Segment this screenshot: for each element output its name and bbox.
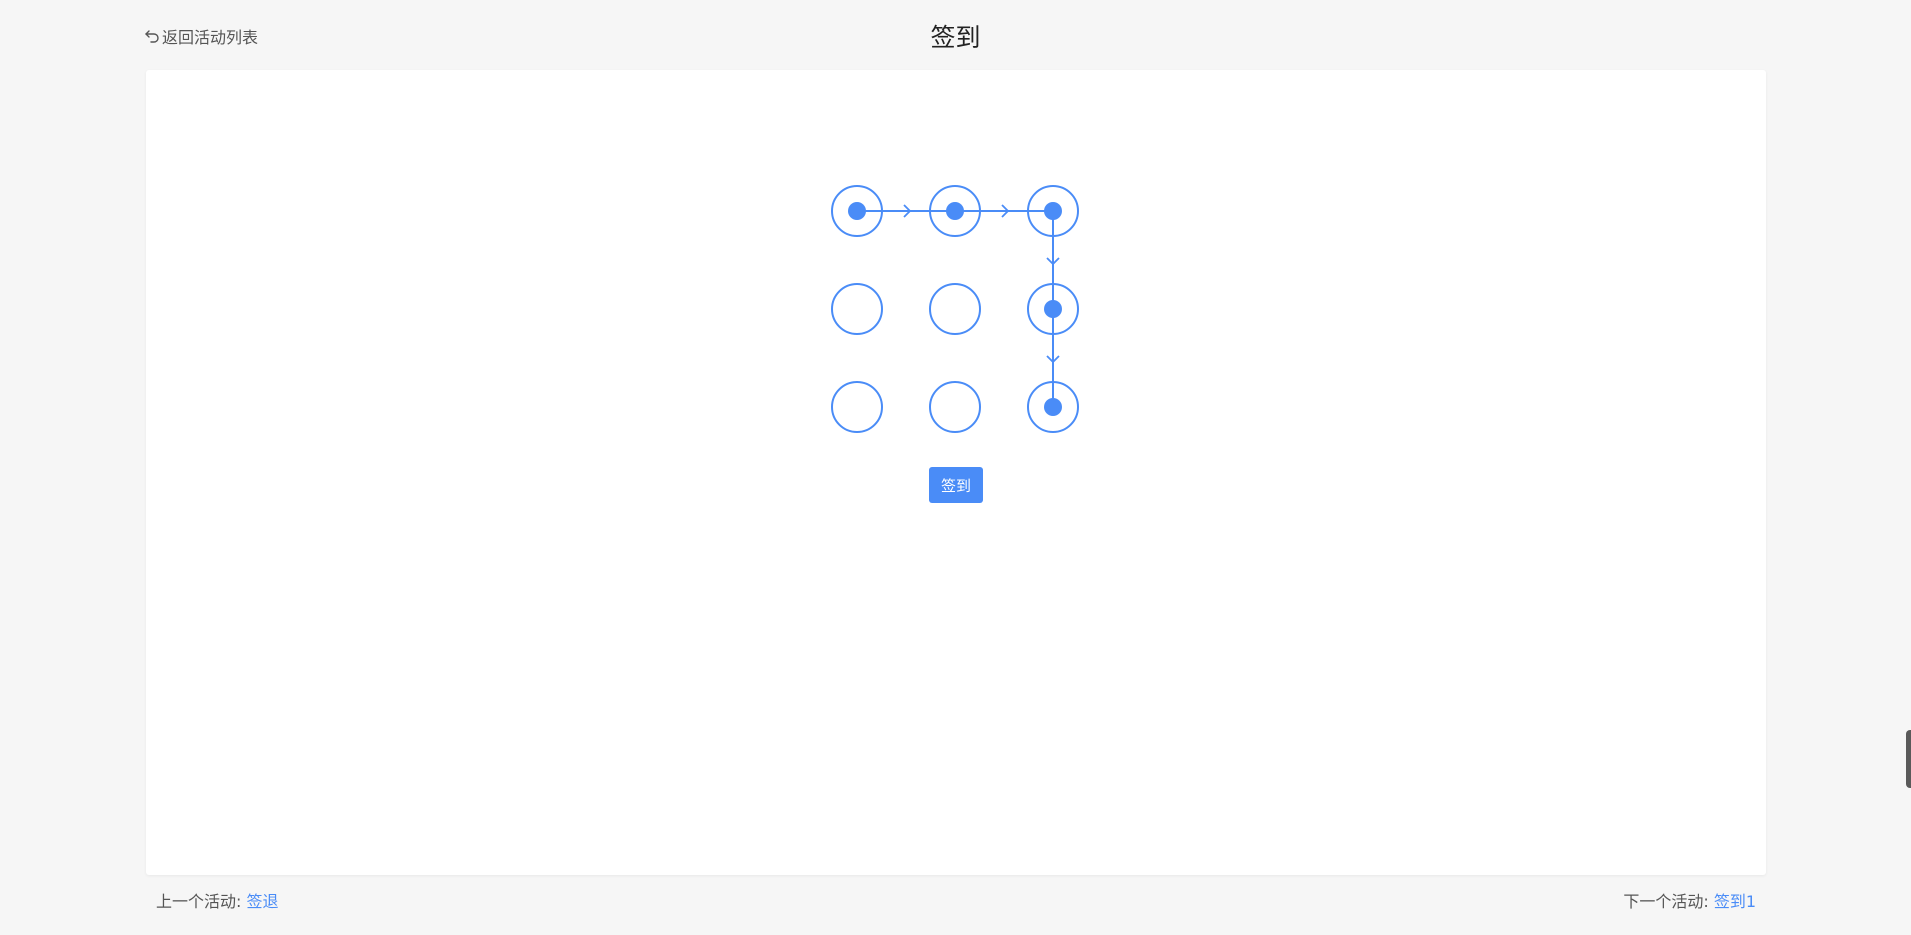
pattern-node[interactable]	[929, 381, 981, 433]
pattern-node[interactable]	[929, 283, 981, 335]
next-activity-label: 下一个活动:	[1623, 892, 1714, 911]
top-bar: 返回活动列表 签到	[0, 0, 1911, 70]
page-title: 签到	[930, 23, 981, 52]
sign-in-button[interactable]: 签到	[929, 467, 983, 503]
pattern-node-selected-dot	[946, 202, 964, 220]
pattern-node[interactable]	[831, 381, 883, 433]
pattern-node-selected-dot	[1044, 398, 1062, 416]
side-scroll-handle[interactable]	[1906, 730, 1911, 788]
pattern-node-selected-dot	[1044, 202, 1062, 220]
main-card: 签到	[146, 70, 1766, 875]
previous-activity-link[interactable]: 签退	[246, 892, 278, 911]
previous-activity: 上一个活动: 签退	[156, 888, 279, 912]
next-activity-link[interactable]: 签到1	[1714, 892, 1756, 911]
pattern-node[interactable]	[831, 283, 883, 335]
next-activity: 下一个活动: 签到1	[1623, 888, 1756, 912]
previous-activity-label: 上一个活动:	[156, 892, 247, 911]
pattern-node-selected-dot	[848, 202, 866, 220]
pattern-node-selected-dot	[1044, 300, 1062, 318]
